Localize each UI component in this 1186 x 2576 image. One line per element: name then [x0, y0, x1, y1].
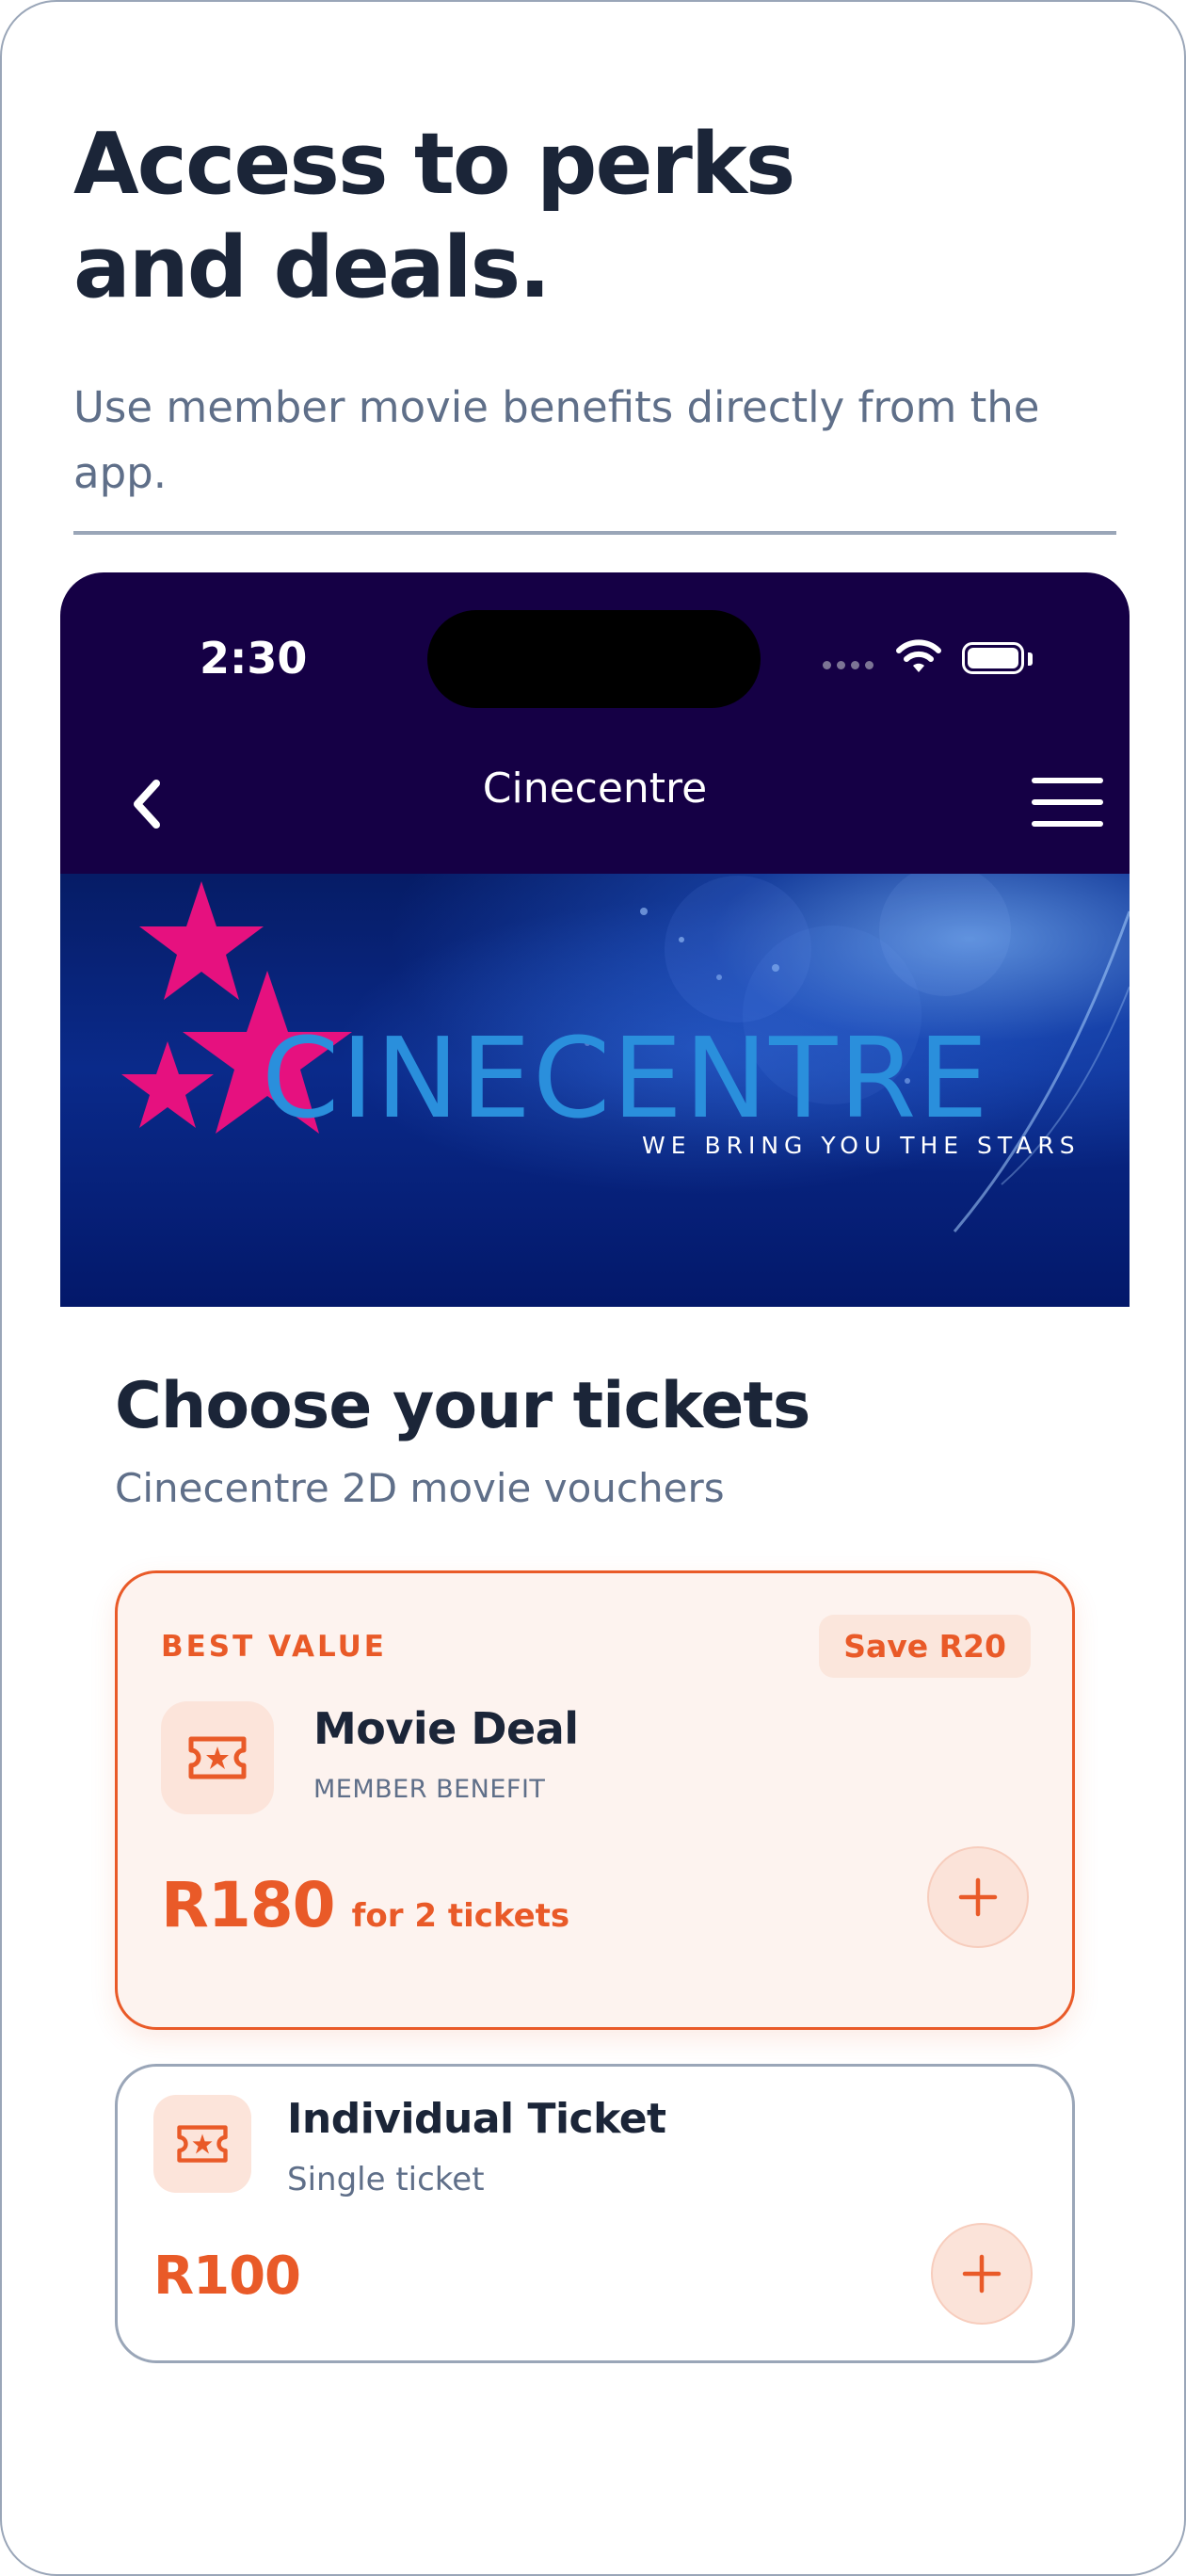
battery-icon	[962, 642, 1024, 674]
cinema-banner: CINECENTRE WE BRING YOU THE STARS	[60, 874, 1130, 1307]
savings-badge: Save R20	[819, 1615, 1031, 1678]
ticket-icon	[153, 2095, 251, 2193]
divider	[73, 531, 1116, 535]
cellular-signal-icon	[823, 661, 873, 669]
promo-subtext: Use member movie benefits directly from …	[73, 382, 1040, 498]
ticket-icon	[161, 1701, 274, 1814]
price-note: for 2 tickets	[351, 1897, 570, 1935]
ticket-name: Individual Ticket	[287, 2095, 666, 2143]
chevron-left-icon[interactable]	[120, 774, 177, 834]
add-button[interactable]	[931, 2223, 1033, 2325]
ticket-price: R100	[153, 2246, 301, 2307]
wifi-icon	[896, 639, 941, 672]
status-time: 2:30	[200, 633, 308, 684]
ticket-price: R180	[161, 1869, 336, 1941]
ticket-meta: MEMBER BENEFIT	[313, 1775, 546, 1804]
logo-tagline: WE BRING YOU THE STARS	[642, 1132, 1081, 1159]
movie-deal-card[interactable]: BEST VALUE Save R20 Movie Deal MEMBER BE…	[115, 1570, 1075, 2030]
add-button[interactable]	[927, 1846, 1029, 1948]
headline-line-2: and deals.	[73, 218, 551, 317]
individual-ticket-card[interactable]: Individual Ticket Single ticket R100	[115, 2064, 1075, 2363]
price-row: R100	[153, 2246, 301, 2307]
tickets-title: Choose your tickets	[115, 1369, 810, 1443]
nav-title: Cinecentre	[482, 765, 708, 813]
best-value-badge: BEST VALUE	[161, 1630, 387, 1664]
headline: Access to perks and deals.	[73, 113, 795, 320]
plus-icon	[962, 2254, 1002, 2294]
ticket-name: Movie Deal	[313, 1703, 579, 1754]
tickets-subtitle: Cinecentre 2D movie vouchers	[115, 1465, 725, 1511]
dynamic-island	[427, 610, 761, 708]
plus-icon	[958, 1877, 998, 1917]
hamburger-menu-icon[interactable]	[1032, 778, 1103, 827]
cinecentre-logo: CINECENTRE	[262, 1013, 990, 1143]
promo-screen: Access to perks and deals. Use member mo…	[0, 0, 1186, 2576]
headline-line-1: Access to perks	[73, 115, 795, 214]
price-row: R180 for 2 tickets	[161, 1869, 569, 1941]
ticket-meta: Single ticket	[287, 2161, 485, 2198]
battery-tip	[1028, 652, 1033, 666]
